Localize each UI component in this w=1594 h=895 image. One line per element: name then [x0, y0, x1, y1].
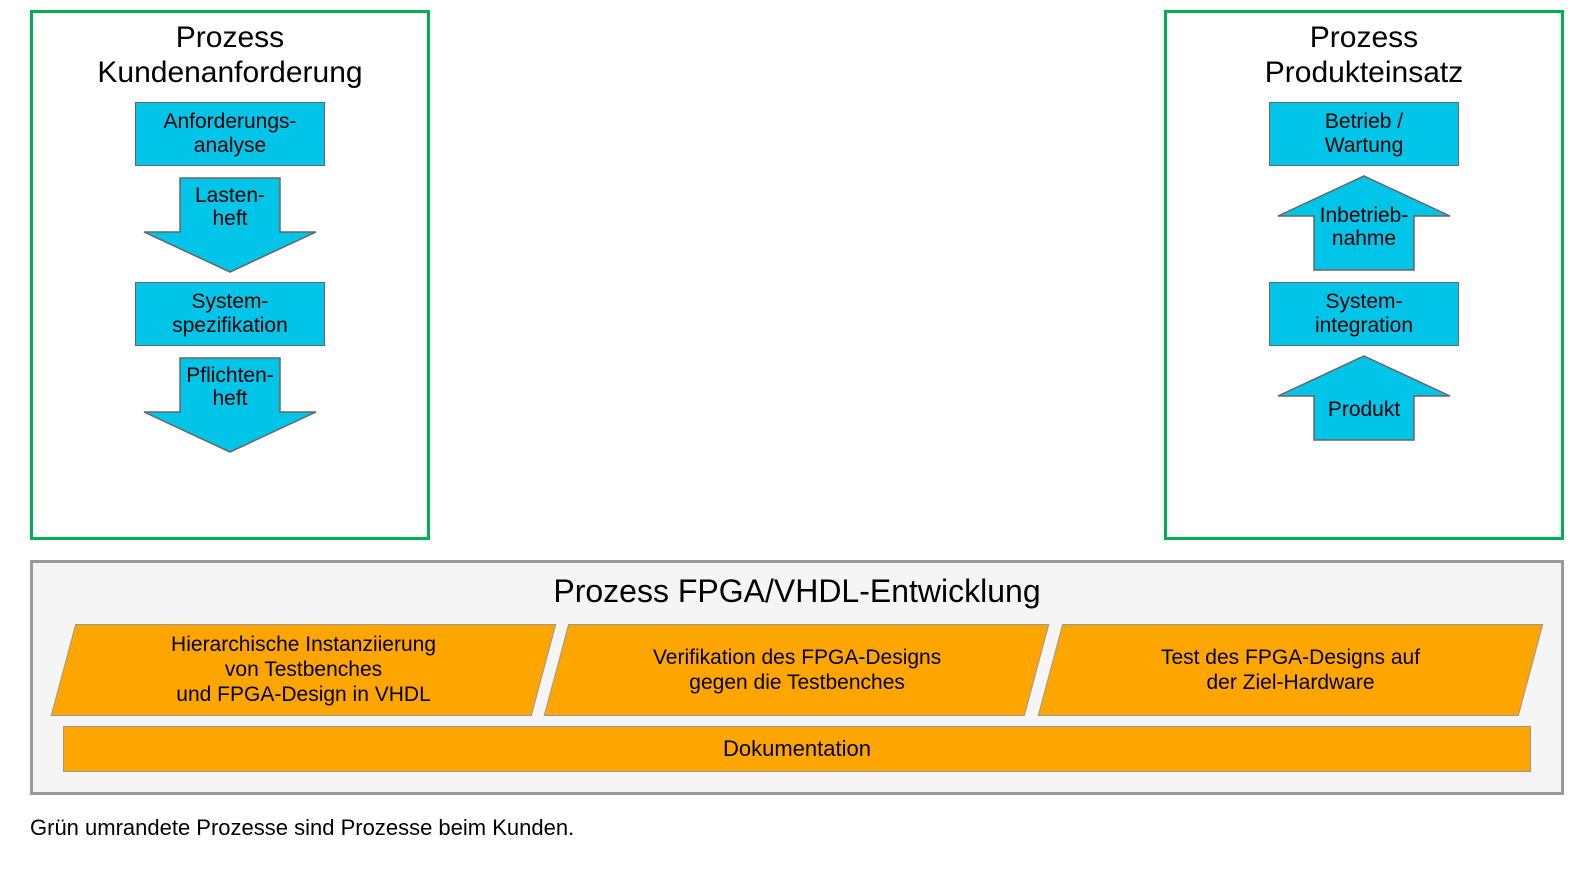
dev-step-label: Verifikation des FPGA-Designsgegen die T…	[643, 645, 951, 695]
arrow-lastenheft: Lasten-heft	[140, 174, 320, 274]
dev-step-instantiation: Hierarchische Instanziierungvon Testbenc…	[51, 624, 557, 716]
dev-step-test: Test des FPGA-Designs aufder Ziel-Hardwa…	[1037, 624, 1543, 716]
dev-documentation: Dokumentation	[63, 726, 1531, 772]
footnote: Grün umrandete Prozesse sind Prozesse be…	[30, 815, 1564, 841]
dev-steps-row: Hierarchische Instanziierungvon Testbenc…	[63, 624, 1531, 716]
arrow-label-pflichtenheft: Pflichten-heft	[186, 364, 274, 410]
process-product-deployment: ProzessProdukteinsatz Betrieb /Wartung I…	[1164, 10, 1564, 540]
arrow-pflichtenheft: Pflichten-heft	[140, 354, 320, 454]
step-system-integration: System-integration	[1269, 282, 1459, 346]
arrow-label-commissioning: Inbetrieb-nahme	[1320, 204, 1409, 250]
dev-step-label: Hierarchische Instanziierungvon Testbenc…	[161, 632, 446, 708]
arrow-label-product: Produkt	[1328, 398, 1400, 421]
left-title: ProzessKundenanforderung	[97, 21, 362, 90]
step-operation-maintenance: Betrieb /Wartung	[1269, 102, 1459, 166]
right-title: ProzessProdukteinsatz	[1265, 21, 1463, 90]
process-customer-requirements: ProzessKundenanforderung Anforderungs-an…	[30, 10, 430, 540]
arrow-product: Produkt	[1274, 354, 1454, 444]
arrow-commissioning: Inbetrieb-nahme	[1274, 174, 1454, 274]
step-system-spec: System-spezifikation	[135, 282, 325, 346]
dev-step-verification: Verifikation des FPGA-Designsgegen die T…	[544, 624, 1050, 716]
dev-step-label: Test des FPGA-Designs aufder Ziel-Hardwa…	[1151, 645, 1430, 695]
step-requirements-analysis: Anforderungs-analyse	[135, 102, 325, 166]
process-fpga-vhdl-development: Prozess FPGA/VHDL-Entwicklung Hierarchis…	[30, 560, 1564, 795]
top-row: ProzessKundenanforderung Anforderungs-an…	[30, 10, 1564, 540]
arrow-label-lastenheft: Lasten-heft	[195, 184, 265, 230]
dev-title: Prozess FPGA/VHDL-Entwicklung	[63, 573, 1531, 610]
